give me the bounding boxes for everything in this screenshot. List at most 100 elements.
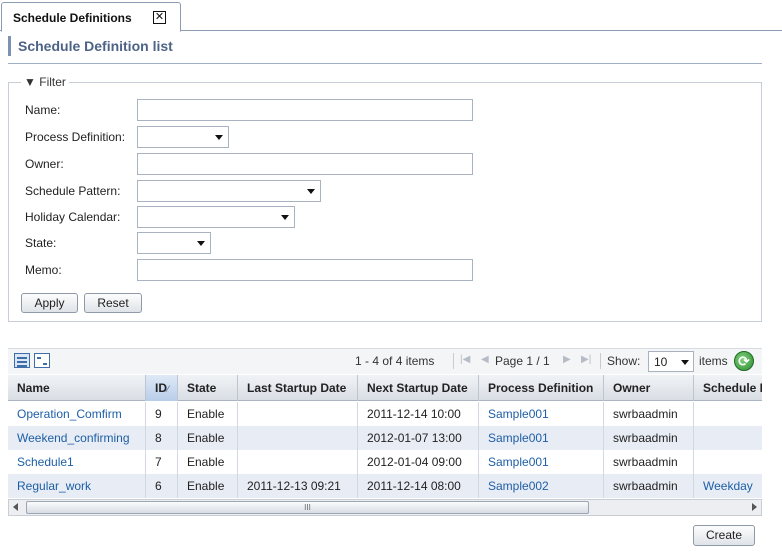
row-state: Enable (178, 474, 238, 498)
list-view-icon[interactable] (14, 353, 30, 368)
name-label: Name: (25, 103, 61, 117)
page-title: Schedule Definition list (8, 36, 173, 56)
column-header-last-startup[interactable]: Last Startup Date (238, 375, 358, 401)
schedule-definition-table: Name ID⁄ State Last Startup Date Next St… (8, 375, 762, 499)
chevron-down-icon (215, 135, 223, 140)
row-last-startup: 2011-12-13 09:21 (238, 474, 358, 498)
row-owner: swrbaadmin (604, 426, 694, 450)
table-header: Name ID⁄ State Last Startup Date Next St… (8, 375, 762, 401)
column-header-owner[interactable]: Owner (604, 375, 694, 401)
apply-button[interactable]: Apply (21, 293, 78, 313)
first-page-icon[interactable]: |◀ (460, 354, 470, 365)
column-header-state[interactable]: State (178, 375, 238, 401)
page-size-select[interactable]: 10 (648, 351, 694, 372)
column-header-next-startup[interactable]: Next Startup Date (358, 375, 479, 401)
page-size-value: 10 (654, 355, 668, 369)
holiday-calendar-label: Holiday Calendar: (25, 210, 121, 224)
horizontal-scrollbar[interactable]: III (8, 499, 762, 516)
owner-input[interactable] (137, 153, 473, 175)
row-process-link[interactable]: Sample002 (479, 474, 604, 498)
page-indicator: Page 1 / 1 (495, 354, 550, 368)
row-last-startup (238, 402, 358, 426)
row-pattern-link[interactable] (694, 426, 762, 450)
scroll-thumb[interactable]: III (26, 501, 589, 514)
column-header-id-label: ID (155, 381, 167, 395)
chevron-down-icon (197, 241, 205, 246)
row-id: 7 (146, 450, 178, 474)
table-row[interactable]: Operation_Comfirm 9 Enable 2011-12-14 10… (8, 402, 762, 426)
row-owner: swrbaadmin (604, 402, 694, 426)
prev-page-icon[interactable]: ◀ (481, 354, 489, 365)
close-icon[interactable]: ✕ (153, 11, 166, 24)
filter-panel: ▼ Filter Name: Process Definition: Owner… (8, 75, 762, 322)
row-owner: swrbaadmin (604, 474, 694, 498)
tab-title: Schedule Definitions (13, 11, 132, 25)
holiday-calendar-select[interactable] (137, 206, 295, 228)
row-last-startup (238, 450, 358, 474)
row-state: Enable (178, 450, 238, 474)
detail-view-icon[interactable] (34, 353, 50, 368)
row-name-link[interactable]: Regular_work (8, 474, 146, 498)
reset-button[interactable]: Reset (84, 293, 142, 313)
column-header-name[interactable]: Name (8, 375, 146, 401)
row-name-link[interactable]: Schedule1 (8, 450, 146, 474)
memo-input[interactable] (137, 259, 473, 281)
state-label: State: (25, 236, 57, 250)
row-next-startup: 2011-12-14 10:00 (358, 402, 479, 426)
title-divider (8, 63, 762, 64)
row-name-link[interactable]: Operation_Comfirm (8, 402, 146, 426)
grid-toolbar: 1 - 4 of 4 items |◀ ◀ Page 1 / 1 ▶ ▶| Sh… (8, 348, 762, 374)
memo-label: Memo: (25, 263, 62, 277)
filter-legend-label: Filter (39, 75, 66, 89)
column-header-id[interactable]: ID⁄ (146, 375, 178, 401)
row-pattern-link[interactable]: Weekday (694, 474, 762, 498)
sort-icon: ⁄ (167, 384, 169, 394)
items-label: items (699, 354, 728, 368)
column-header-schedule-pattern[interactable]: Schedule Pattern (694, 375, 762, 401)
row-owner: swrbaadmin (604, 450, 694, 474)
scroll-left-icon[interactable] (13, 503, 18, 511)
refresh-icon[interactable]: ⟳ (734, 351, 754, 371)
row-id: 6 (146, 474, 178, 498)
row-process-link[interactable]: Sample001 (479, 450, 604, 474)
create-button[interactable]: Create (693, 525, 755, 546)
name-input[interactable] (137, 99, 473, 121)
row-id: 9 (146, 402, 178, 426)
table-row[interactable]: Weekend_confirming 8 Enable 2012-01-07 1… (8, 426, 762, 450)
owner-label: Owner: (25, 157, 64, 171)
row-next-startup: 2011-12-14 08:00 (358, 474, 479, 498)
schedule-pattern-label: Schedule Pattern: (25, 184, 121, 198)
row-pattern-link[interactable] (694, 450, 762, 474)
row-next-startup: 2012-01-07 13:00 (358, 426, 479, 450)
chevron-down-icon (307, 189, 315, 194)
row-last-startup (238, 426, 358, 450)
scroll-right-icon[interactable] (752, 503, 757, 511)
items-range: 1 - 4 of 4 items (355, 354, 435, 368)
process-definition-select[interactable] (137, 126, 229, 148)
tab-strip: Schedule Definitions ✕ (0, 0, 782, 32)
column-header-process-definition[interactable]: Process Definition (479, 375, 604, 401)
row-id: 8 (146, 426, 178, 450)
row-pattern-link[interactable] (694, 402, 762, 426)
row-process-link[interactable]: Sample001 (479, 402, 604, 426)
row-next-startup: 2012-01-04 09:00 (358, 450, 479, 474)
next-page-icon[interactable]: ▶ (563, 354, 571, 365)
toolbar-divider (600, 353, 601, 369)
filter-toggle[interactable]: ▼ Filter (21, 75, 69, 89)
table-row[interactable]: Regular_work 6 Enable 2011-12-13 09:21 2… (8, 474, 762, 498)
row-name-link[interactable]: Weekend_confirming (8, 426, 146, 450)
show-label: Show: (607, 354, 641, 368)
toolbar-divider (453, 353, 454, 369)
schedule-pattern-select[interactable] (137, 180, 321, 202)
chevron-down-icon (281, 215, 289, 220)
process-definition-label: Process Definition: (25, 130, 126, 144)
row-process-link[interactable]: Sample001 (479, 426, 604, 450)
row-state: Enable (178, 402, 238, 426)
row-state: Enable (178, 426, 238, 450)
state-select[interactable] (137, 232, 211, 254)
triangle-down-icon: ▼ (24, 75, 36, 89)
last-page-icon[interactable]: ▶| (581, 354, 591, 365)
chevron-down-icon (681, 360, 689, 365)
table-row[interactable]: Schedule1 7 Enable 2012-01-04 09:00 Samp… (8, 450, 762, 474)
tab-schedule-definitions[interactable]: Schedule Definitions ✕ (1, 2, 181, 32)
